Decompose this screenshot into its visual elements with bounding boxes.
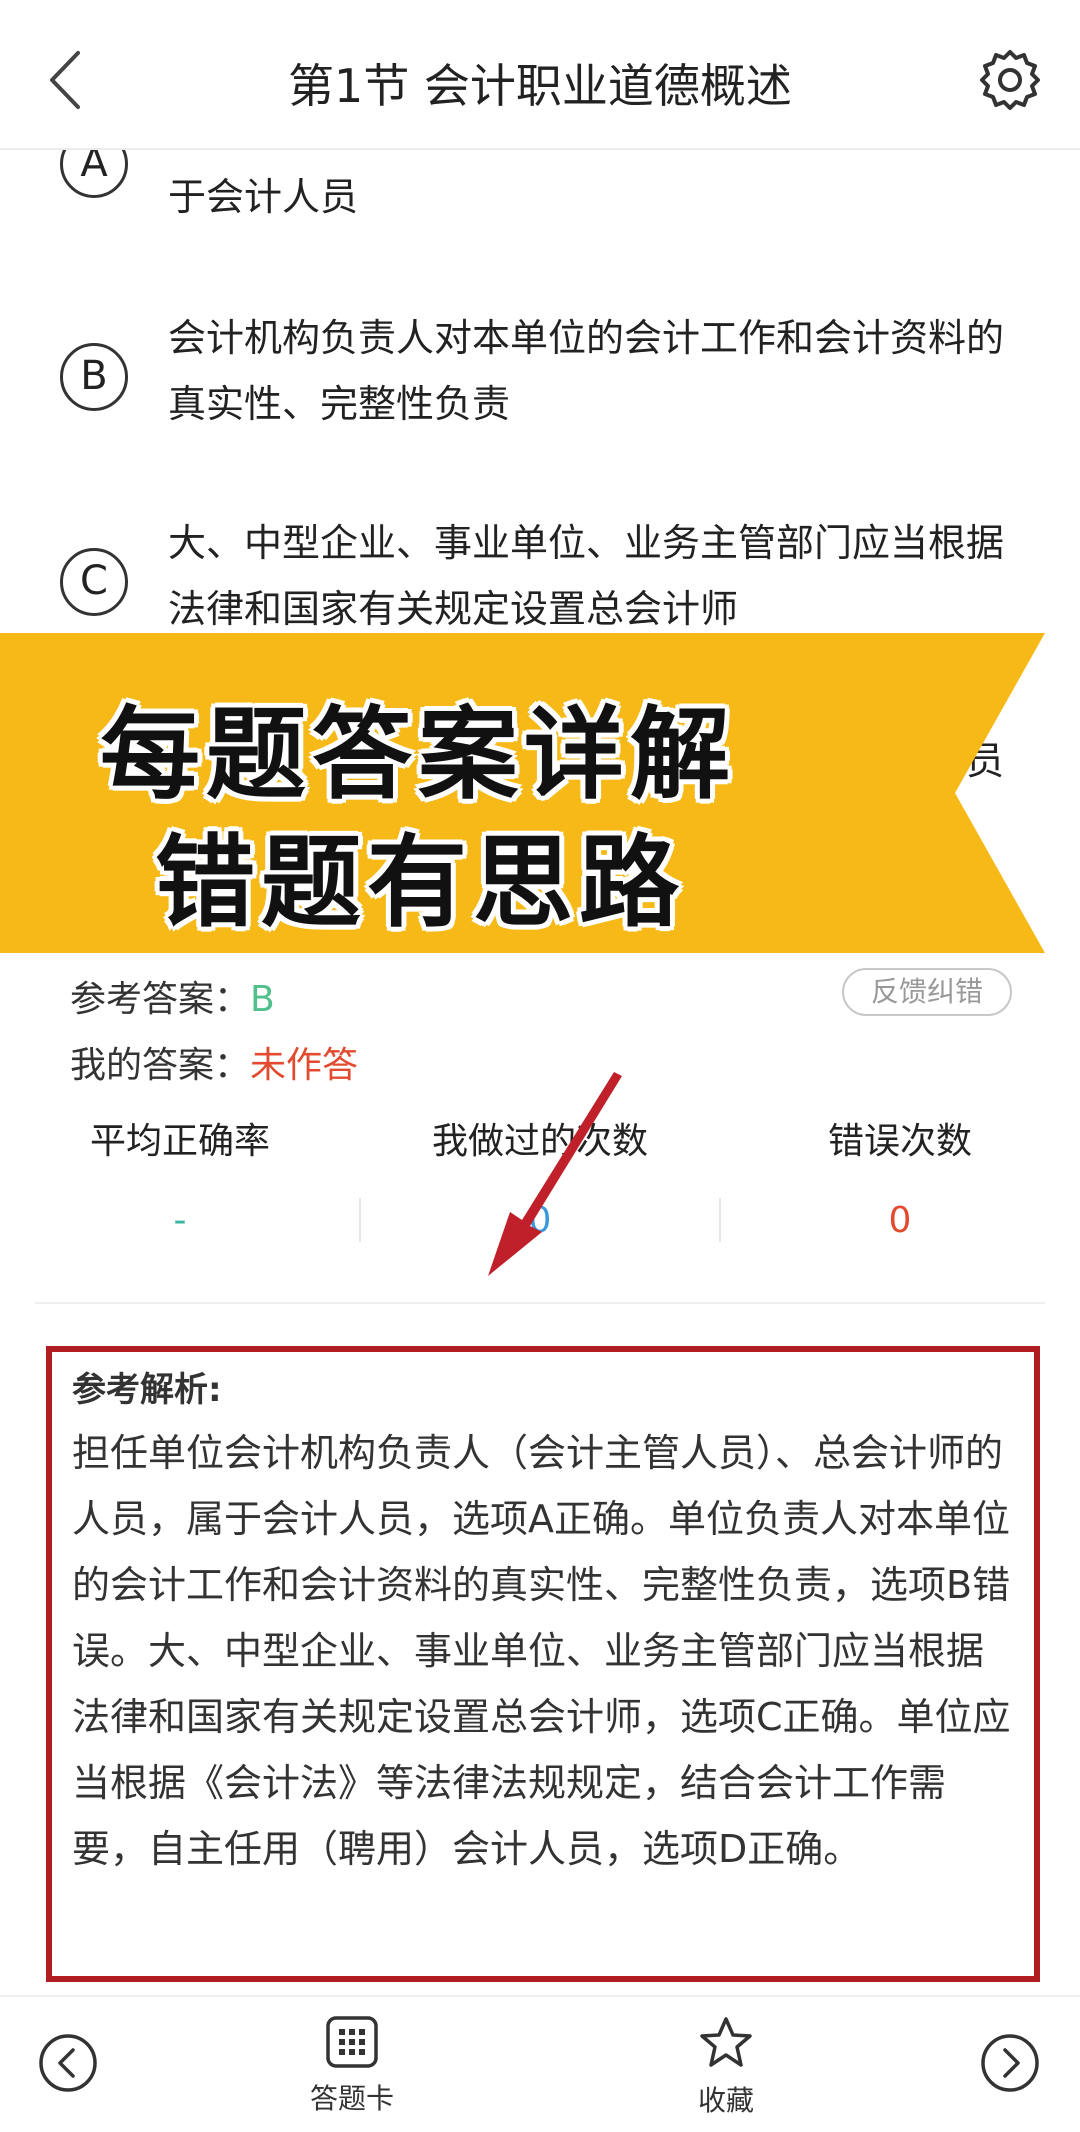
answer-card-tab[interactable]: 答题卡 <box>292 2015 412 2125</box>
section-divider <box>35 1302 1045 1304</box>
page-title: 第1节 会计职业道德概述 <box>288 59 792 113</box>
option-c-text: 大、中型企业、事业单位、业务主管部门应当根据法律和国家有关规定设置总会计师 <box>168 521 1005 631</box>
answer-card-label: 答题卡 <box>309 2082 394 2115</box>
favorite-label: 收藏 <box>697 2084 754 2117</box>
stat-label-errors: 错误次数 <box>827 1121 972 1162</box>
option-c-badge: C <box>60 548 128 616</box>
previous-question-button[interactable] <box>38 2033 98 2093</box>
analysis-title: 参考解析: <box>72 1370 222 1410</box>
analysis-box: 参考解析: 担任单位会计机构负责人（会计主管人员）、总会计师的人员，属于会计人员… <box>46 1346 1040 1982</box>
red-arrow-annotation <box>488 1072 622 1276</box>
banner-line-2: 错题有思路 <box>155 824 685 941</box>
stat-value-accuracy: - <box>173 1200 187 1241</box>
option-b-badge: B <box>60 343 128 411</box>
circle-chevron-right-icon <box>981 2034 1039 2092</box>
promo-banner: 每题答案详解 错题有思路 <box>0 633 1045 953</box>
bottom-toolbar: 答题卡 收藏 <box>0 1995 1080 2132</box>
gear-icon <box>980 50 1040 110</box>
grid-icon <box>326 2016 378 2068</box>
star-icon <box>700 2017 752 2067</box>
circle-chevron-left-icon <box>39 2034 97 2092</box>
my-answer-value: 未作答 <box>250 1045 359 1086</box>
top-navigation-bar: 第1节 会计职业道德概述 <box>0 0 1080 150</box>
option-b-text: 会计机构负责人对本单位的会计工作和会计资料的真实性、完整性负责 <box>168 316 1005 426</box>
stat-label-accuracy: 平均正确率 <box>89 1121 270 1162</box>
banner-line-1: 每题答案详解 <box>100 696 736 813</box>
my-answer: 我的答案：未作答 <box>70 1036 358 1088</box>
reference-answer-value: B <box>250 979 275 1020</box>
settings-button[interactable] <box>978 48 1042 112</box>
analysis-text: 担任单位会计机构负责人（会计主管人员）、总会计师的人员，属于会计人员，选项A正确… <box>72 1431 1011 1871</box>
stat-value-errors: 0 <box>888 1200 912 1241</box>
reference-answer-label: 参考答案： <box>70 979 251 1020</box>
option-a-text: 于会计人员 <box>168 175 359 219</box>
next-question-button[interactable] <box>980 2033 1040 2093</box>
favorite-tab[interactable]: 收藏 <box>666 2015 786 2125</box>
reference-answer: 参考答案：B <box>70 970 275 1022</box>
my-answer-label: 我的答案： <box>70 1045 251 1086</box>
feedback-button[interactable]: 反馈纠错 <box>842 968 1012 1016</box>
